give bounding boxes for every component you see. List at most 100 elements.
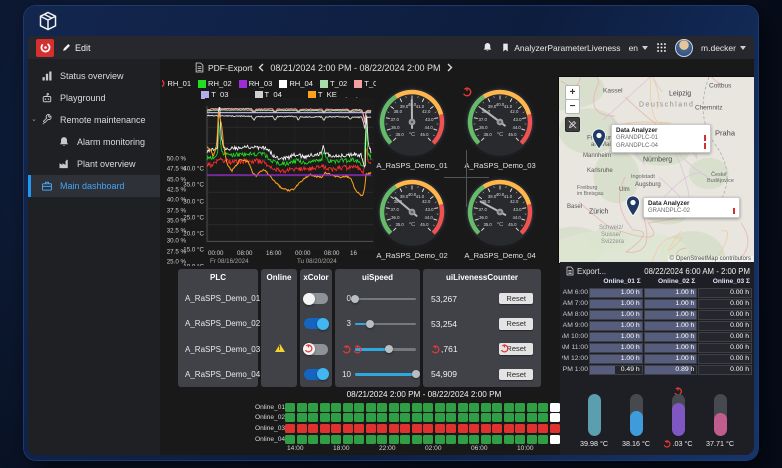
legend-item-T_02[interactable]: T_02 [320,79,347,88]
popup-device-name: GRANDPLC-02 [648,208,690,214]
expand-arrow-icon[interactable]: ⌄ [31,115,37,123]
slider-knob[interactable] [351,295,359,303]
legend-item-T_01[interactable]: T_01 [354,79,376,88]
heatmap-cell [481,413,491,422]
map[interactable]: DeutschlandLeipzigKasselChemnitzCottbusP… [558,76,754,264]
xcolor-toggle[interactable] [304,318,328,329]
sidebar-item-alarm-monitoring[interactable]: Alarm monitoring [28,131,160,153]
heatmap-cell [538,424,548,433]
hours-value: 0.00 h [730,366,749,374]
column-header: Online_01 Σ [589,278,643,287]
uispeed-slider[interactable] [355,343,416,355]
heatmap-cell [400,435,410,444]
bar-chart-icon [41,70,53,82]
sidebar-item-plant-overview[interactable]: Plant overview [28,153,160,175]
gauge-A_RaSPS_Demo_04: 35.036.037.038.039.040.041.042.043.044.0… [462,174,538,260]
right-panel-header: Export... 08/22/2024 6:00 AM - 2:00 PM [566,266,750,276]
user-menu[interactable]: m.decker [701,43,746,53]
heatmap-cell [343,413,353,422]
hours-cell: 0.00 h [698,288,752,298]
uispeed-slider[interactable] [355,318,416,330]
map-city-label: Praha [715,129,735,138]
sidebar-item-main-dashboard[interactable]: Main dashboard [28,175,160,197]
xcolor-toggle[interactable] [304,369,328,380]
thermometer: .03 °C [658,386,698,452]
svg-text:42.0: 42.0 [422,109,431,114]
sidebar-item-status-overview[interactable]: Status overview [28,65,160,87]
export-button[interactable]: Export... [566,266,606,276]
reset-button[interactable]: Reset [499,318,533,330]
svg-text:44.0: 44.0 [512,215,521,220]
draw-disabled-button[interactable] [565,117,580,132]
heatmap-cell [527,424,537,433]
sidebar-item-playground[interactable]: Playground [28,87,160,109]
reset-button[interactable]: Reset [499,343,533,355]
slider-knob[interactable] [366,320,374,328]
heatmap-cell [389,424,399,433]
heatmap-cell [331,413,341,422]
table-row: 1:00 PM0.49 h0.89 h0.00 h [562,365,752,375]
sidebar-item-remote-maintenance[interactable]: ⌄Remote maintenance [28,109,160,131]
heatmap-cell [412,435,422,444]
heatmap-cell [550,403,560,412]
reset-button[interactable]: Reset [499,369,533,381]
uispeed-value: 10 [339,370,351,379]
svg-text:41.0: 41.0 [416,104,425,109]
heatmap-cell [458,413,468,422]
legend-item-RH_01[interactable]: RH_01 [162,79,191,88]
slider-knob[interactable] [385,345,393,353]
column-header: Online [261,269,297,286]
map-popup: Data AnalyzerGRANDPLC-01GRANDPLC-04 [611,124,711,153]
counter-cell: 53,254Reset [423,318,541,330]
heatmap-cell [320,413,330,422]
heatmap-cell [389,435,399,444]
heatmap-row-Online_01: Online_01 [255,402,561,412]
slider-knob[interactable] [412,370,420,378]
popup-row: GRANDPLC-02 [648,207,735,215]
xcolor-toggle[interactable] [304,344,328,355]
legend-item-RH_04[interactable]: RH_04 [279,79,313,88]
xcolor-toggle[interactable] [304,293,328,304]
table-row [300,286,332,311]
heatmap-cell [469,435,479,444]
table-row: 0 [335,286,420,311]
language-selector[interactable]: en [629,43,648,53]
user-avatar[interactable] [675,39,693,57]
trend-chart: RH_01RH_02RH_03RH_04T_02T_01 T_03T_04T_K… [162,78,376,266]
thermometer-value: .03 °C [663,439,692,448]
chevron-left-icon[interactable] [258,63,264,72]
heatmap-cell [343,403,353,412]
brand-logo-icon[interactable] [36,39,54,57]
thermometer-value: 39.98 °C [580,439,608,448]
apps-grid-button[interactable] [656,42,667,53]
svg-text:45.0: 45.0 [508,132,517,137]
legend-item-RH_03[interactable]: RH_03 [239,79,273,88]
zoom-out-button[interactable]: − [565,99,580,114]
svg-text:36.0: 36.0 [391,125,400,130]
heatmap-cell [550,435,560,444]
uispeed-cell: 10 [335,368,420,380]
zoom-in-button[interactable]: + [565,85,580,100]
uispeed-slider[interactable] [355,293,416,305]
uispeed-slider[interactable] [355,368,416,380]
legend-item-RH_02[interactable]: RH_02 [198,79,232,88]
svg-text:44.0: 44.0 [512,125,521,130]
hours-value: 0.00 h [730,289,749,297]
hours-cell: 1.00 h [644,288,698,298]
map-pin[interactable] [591,128,607,150]
bookmark-button[interactable]: AnalyzerParameterLiveness [501,42,620,53]
legend-label: T_02 [330,79,347,88]
notifications-button[interactable] [482,42,493,53]
edit-button[interactable]: Edit [62,43,91,53]
x-axis: 00:0008:0016:0000:0008:0016Fr 08/16/2024… [205,250,376,266]
map-city-label: Deutschland [639,102,694,109]
heatmap-cell [504,424,514,433]
map-pin[interactable] [625,195,641,217]
chevron-right-icon[interactable] [447,63,453,72]
reset-button[interactable]: Reset [499,293,533,305]
map-city-label: Zürich [589,209,608,216]
grid-icon [656,42,667,53]
pdf-export-button[interactable]: PDF-Export [195,62,252,73]
heatmap-cell [446,413,456,422]
x-date-label: Fr 08/16/2024 [210,258,249,265]
